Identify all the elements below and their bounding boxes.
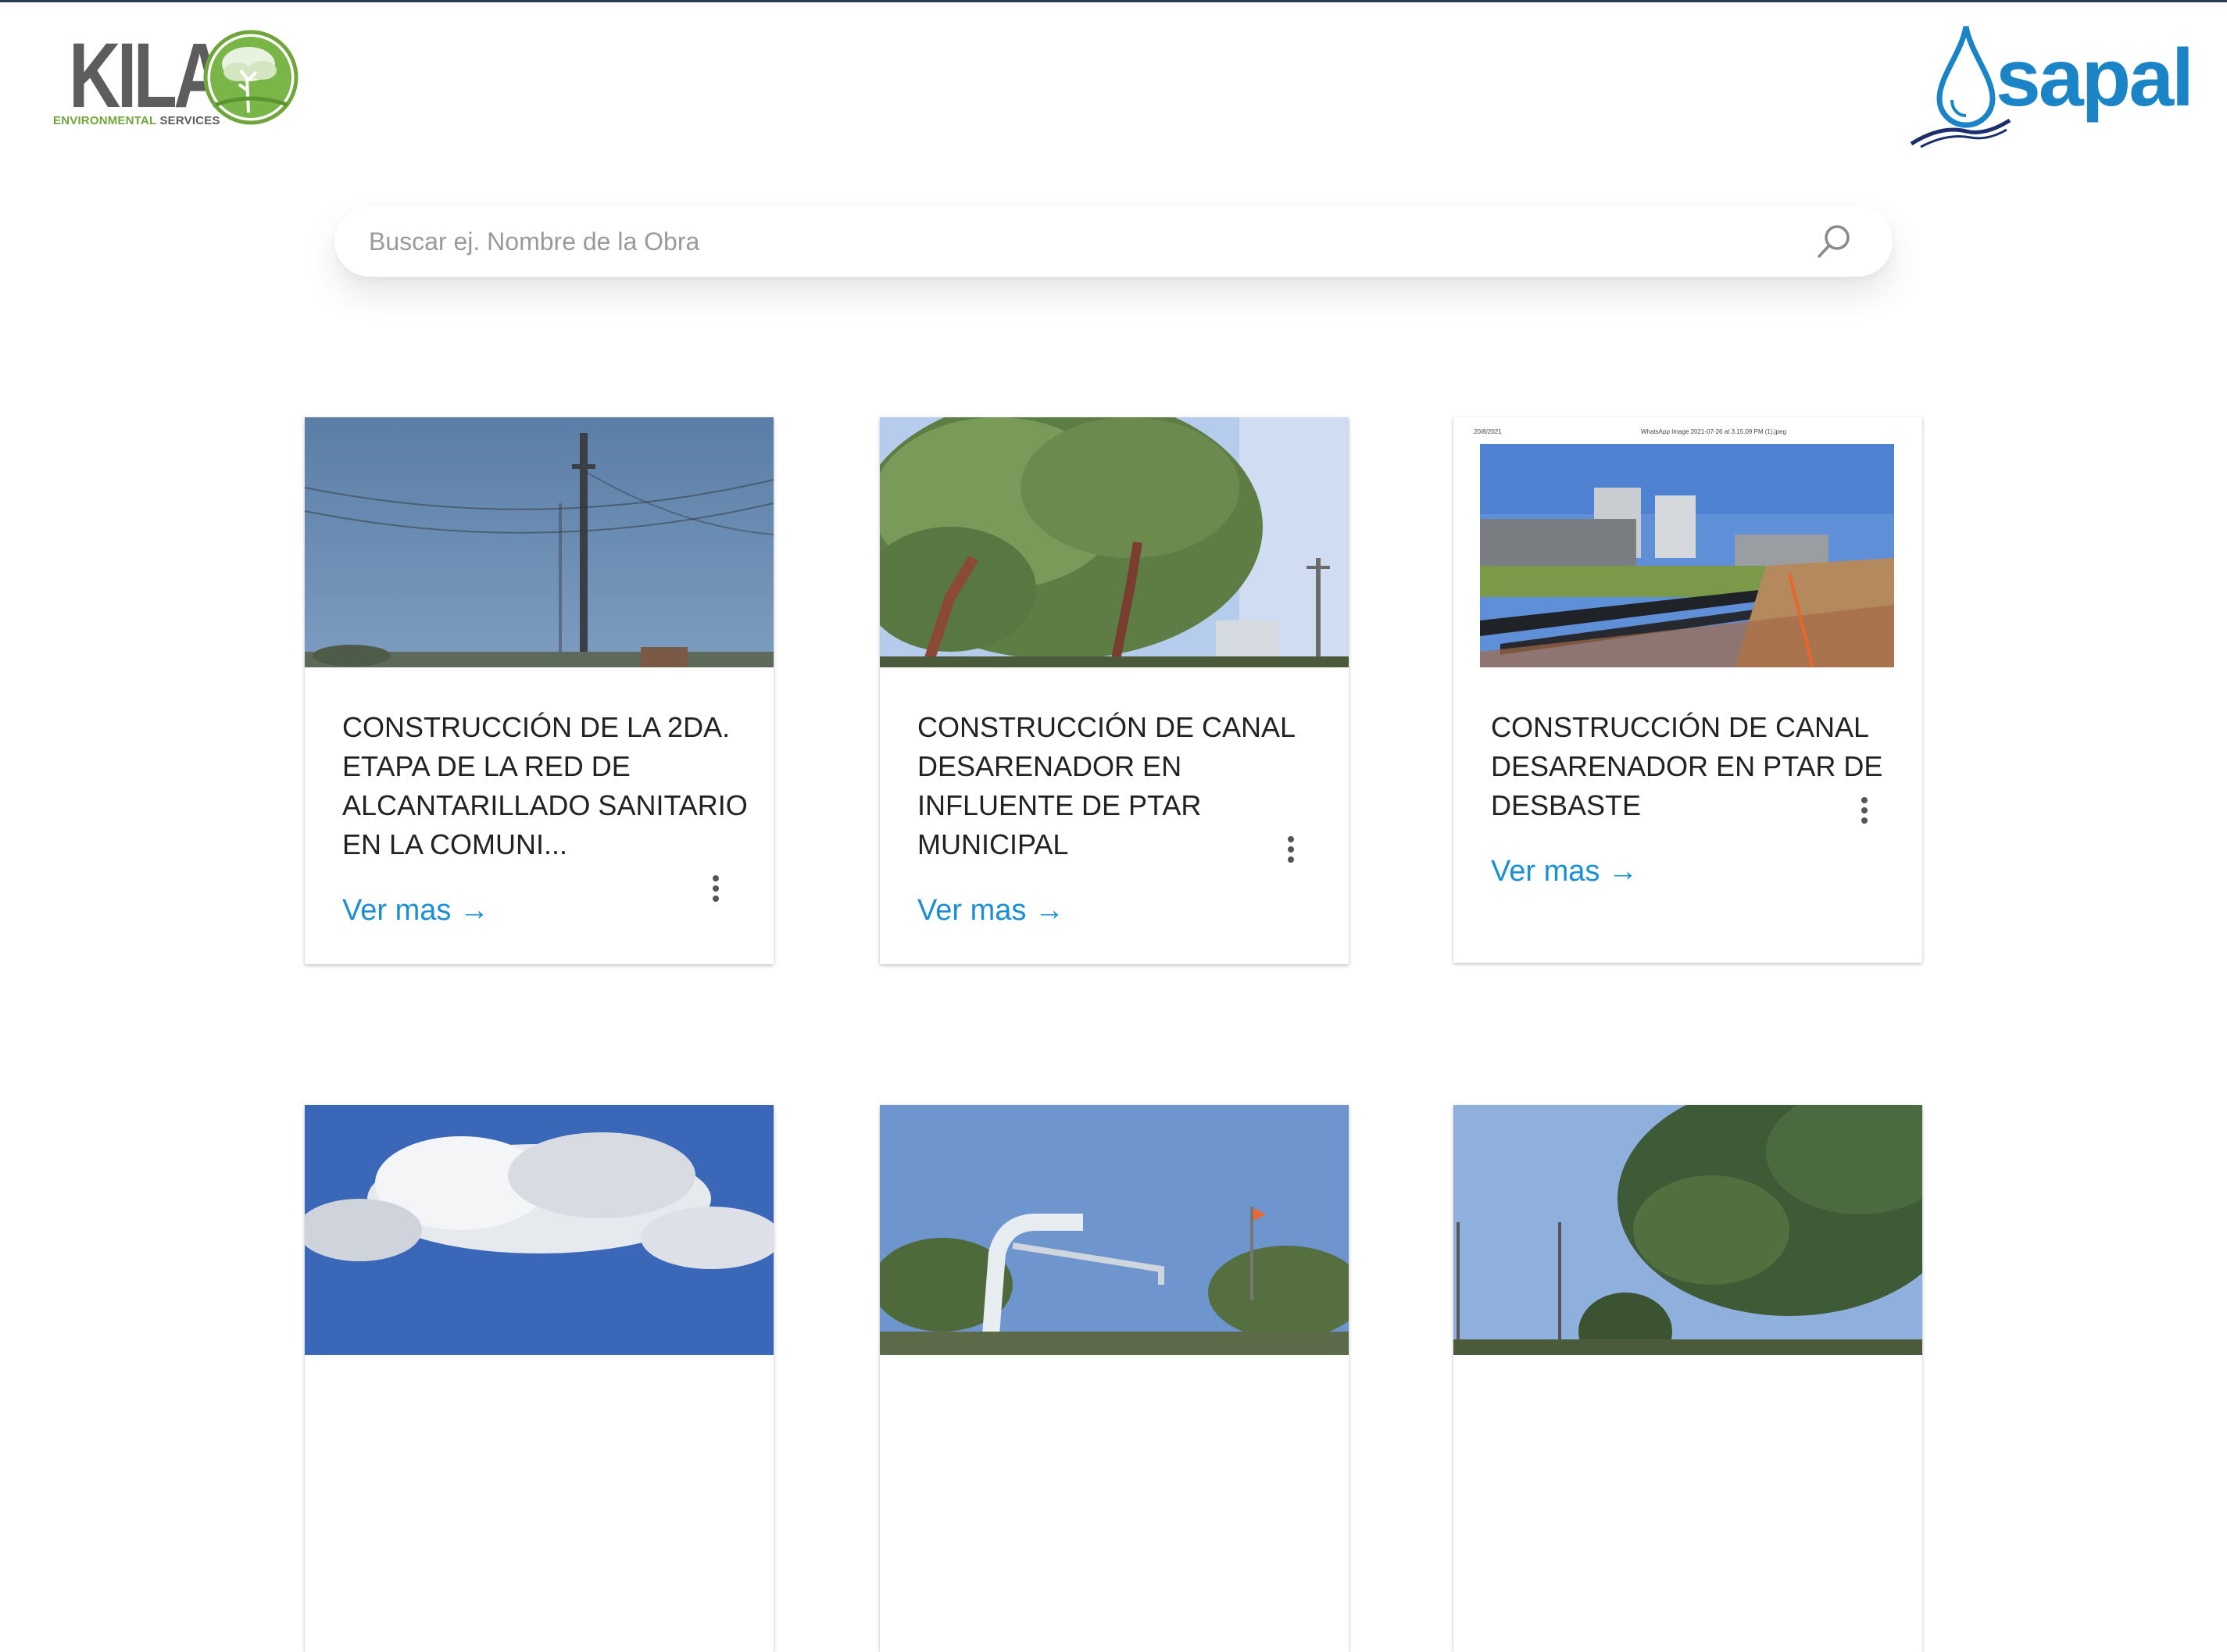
kila-logo[interactable]: KILA ENVIRONMENTAL SERVICES bbox=[52, 27, 302, 133]
tree-power-pole-image bbox=[880, 417, 1349, 667]
card-title: CONSTRUCCIÓN DE CANAL DESARENADOR EN PTA… bbox=[1491, 711, 1883, 821]
card-image[interactable] bbox=[880, 1105, 1349, 1355]
search-icon[interactable] bbox=[1814, 222, 1853, 261]
card-image[interactable] bbox=[1453, 1105, 1922, 1355]
ver-mas-link[interactable]: Ver mas → bbox=[1491, 855, 1638, 889]
sapal-logo-text: sapal bbox=[1996, 33, 2194, 123]
project-card[interactable] bbox=[305, 1105, 774, 1652]
sapal-logo[interactable]: sapal bbox=[1910, 22, 2194, 148]
more-vertical-icon[interactable] bbox=[1857, 794, 1872, 825]
pine-tree-image bbox=[1453, 1105, 1922, 1355]
card-title: CONSTRUCCIÓN DE CANAL DESARENADOR EN INF… bbox=[917, 711, 1295, 860]
treatment-plant-pipes-image bbox=[1453, 417, 1922, 667]
card-image[interactable]: 20/8/2021 WhatsApp Image 2021-07-26 at 3… bbox=[1453, 417, 1922, 667]
kila-logo-text: KILA bbox=[69, 24, 226, 127]
card-image[interactable] bbox=[880, 417, 1349, 667]
search-input[interactable] bbox=[367, 217, 1824, 266]
ver-mas-link[interactable]: Ver mas → bbox=[342, 894, 489, 928]
ver-mas-link[interactable]: Ver mas → bbox=[917, 894, 1064, 928]
card-title: CONSTRUCCIÓN DE LA 2DA. ETAPA DE LA RED … bbox=[342, 711, 748, 860]
image-caption-file: WhatsApp Image 2021-07-26 at 3.15.09 PM … bbox=[1641, 428, 1786, 435]
clouds-sky-image bbox=[305, 1105, 774, 1355]
project-card[interactable]: CONSTRUCCIÓN DE LA 2DA. ETAPA DE LA RED … bbox=[305, 417, 774, 964]
kila-subtitle: ENVIRONMENTAL SERVICES bbox=[53, 114, 220, 127]
image-caption-date: 20/8/2021 bbox=[1474, 428, 1502, 435]
project-card[interactable]: 20/8/2021 WhatsApp Image 2021-07-26 at 3… bbox=[1453, 417, 1922, 963]
more-vertical-icon[interactable] bbox=[708, 872, 724, 903]
kila-subtitle-green: ENVIRONMENTAL bbox=[53, 114, 157, 127]
project-card[interactable] bbox=[880, 1105, 1349, 1652]
power-line-sky-image bbox=[305, 417, 774, 667]
kila-subtitle-gray: SERVICES bbox=[159, 114, 220, 127]
top-border bbox=[0, 0, 2227, 2]
search-bar bbox=[334, 206, 1893, 277]
wave-icon bbox=[1910, 118, 2011, 148]
pipe-structure-image bbox=[880, 1105, 1349, 1355]
project-card[interactable]: CONSTRUCCIÓN DE CANAL DESARENADOR EN INF… bbox=[880, 417, 1349, 964]
more-vertical-icon[interactable] bbox=[1283, 833, 1299, 864]
tree-icon bbox=[203, 30, 298, 125]
card-image[interactable] bbox=[305, 1105, 774, 1355]
card-image[interactable] bbox=[305, 417, 774, 667]
water-drop-icon bbox=[1936, 26, 1996, 128]
project-card[interactable] bbox=[1453, 1105, 1922, 1652]
